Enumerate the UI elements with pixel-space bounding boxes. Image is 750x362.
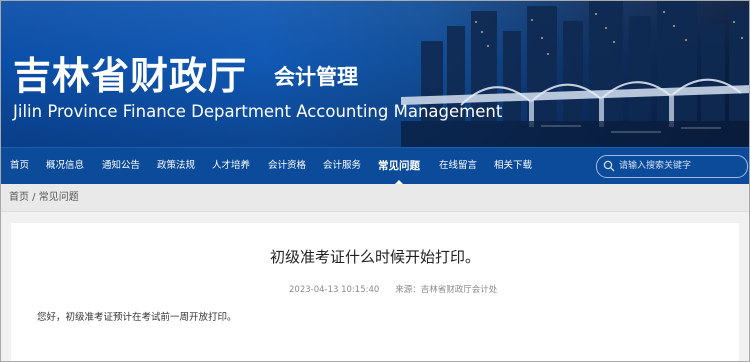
- search-box[interactable]: [596, 155, 748, 178]
- nav-item-overview[interactable]: 概况信息: [46, 148, 84, 184]
- site-title: 吉林省财政厅: [13, 54, 248, 98]
- nav-item-notices[interactable]: 通知公告: [102, 148, 140, 184]
- nav-item-policies[interactable]: 政策法规: [157, 148, 195, 184]
- nav-item-training[interactable]: 人才培养: [212, 148, 250, 184]
- breadcrumb-current[interactable]: 常见问题: [39, 192, 79, 203]
- nav-item-services[interactable]: 会计服务: [323, 148, 361, 184]
- site-header: 吉林省财政厅 会计管理 Jilin Province Finance Depar…: [1, 1, 749, 147]
- city-bridge-image: [401, 1, 749, 147]
- nav-item-messages[interactable]: 在线留言: [439, 148, 477, 184]
- breadcrumb-home-link[interactable]: 首页: [9, 192, 29, 203]
- article-date: 2023-04-13 10:15:40: [289, 285, 380, 295]
- article-source-label: 来源：: [395, 285, 421, 295]
- site-title-english: Jilin Province Finance Department Accoun…: [13, 102, 503, 121]
- nav-item-downloads[interactable]: 相关下载: [494, 148, 532, 184]
- article-title: 初级准考证什么时候开始打印。: [269, 248, 480, 266]
- article-source: 吉林省财政厅会计处: [420, 285, 498, 295]
- search-input[interactable]: [619, 158, 739, 174]
- page-frame: 吉林省财政厅 会计管理 Jilin Province Finance Depar…: [0, 0, 750, 362]
- breadcrumb-bar: 首页 / 常见问题: [1, 184, 749, 212]
- nav-item-home[interactable]: 首页: [10, 148, 29, 184]
- nav-item-qualification[interactable]: 会计资格: [268, 148, 306, 184]
- search-icon[interactable]: [603, 160, 615, 172]
- main-nav: 首页 概况信息 通知公告 政策法规 人才培养 会计资格 会计服务 常见问题 在线…: [1, 147, 749, 184]
- article-card: 初级准考证什么时候开始打印。 2023-04-13 10:15:40 来源：吉林省…: [11, 223, 739, 361]
- breadcrumb-separator: /: [29, 192, 39, 203]
- article-body: 您好，初级准考证预计在考试前一周开放打印。: [37, 312, 237, 323]
- nav-item-faq[interactable]: 常见问题: [378, 148, 420, 184]
- breadcrumb: 首页 / 常见问题: [9, 184, 79, 211]
- site-subtitle: 会计管理: [274, 65, 358, 89]
- article-meta: 2023-04-13 10:15:40 来源：吉林省财政厅会计处: [289, 283, 497, 295]
